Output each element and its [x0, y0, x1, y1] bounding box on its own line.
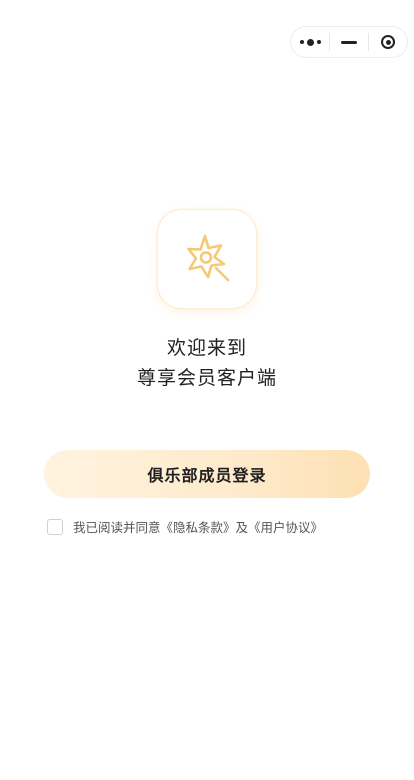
welcome-title: 欢迎来到 — [166, 337, 247, 359]
minimize-button[interactable] — [330, 27, 368, 57]
user-agreement-link[interactable]: 《用户协议》 — [248, 517, 323, 536]
target-circle-icon — [381, 35, 395, 49]
agreement-checkbox[interactable] — [47, 518, 63, 535]
more-dots-icon — [299, 38, 321, 46]
agreement-conjunction: 及 — [235, 520, 249, 535]
minus-icon — [341, 40, 357, 44]
agreement-row: 我已阅读并同意 《隐私条款》 及 《用户协议》 — [47, 517, 323, 536]
agreement-prefix: 我已阅读并同意 — [73, 520, 161, 535]
privacy-policy-link[interactable]: 《隐私条款》 — [161, 517, 236, 536]
close-button[interactable] — [369, 27, 407, 57]
more-button[interactable] — [291, 27, 329, 57]
welcome-subtitle: 尊享会员客户端 — [136, 367, 277, 389]
login-page: 欢迎来到 尊享会员客户端 俱乐部成员登录 我已阅读并同意 《隐私条款》 及 《用… — [0, 0, 414, 780]
star-wand-icon — [187, 234, 230, 282]
miniprogram-capsule — [290, 26, 408, 58]
app-logo — [158, 210, 256, 308]
member-login-button[interactable]: 俱乐部成员登录 — [44, 450, 370, 498]
